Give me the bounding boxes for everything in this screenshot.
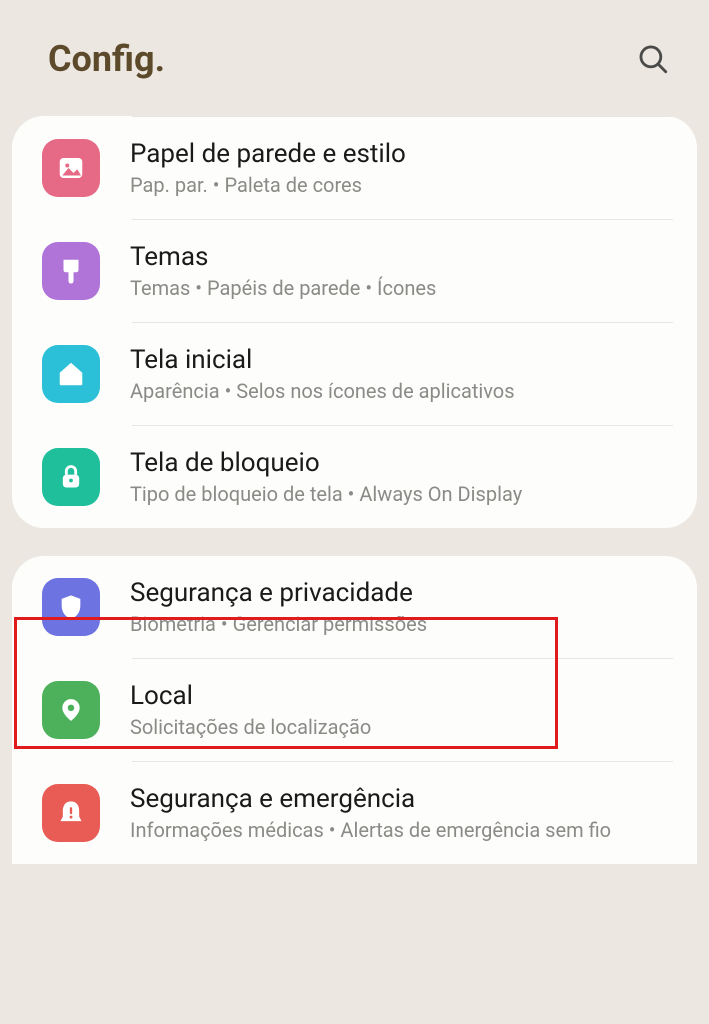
pin-icon bbox=[42, 681, 100, 739]
image-icon bbox=[42, 139, 100, 197]
item-subtitle: Tipo de bloqueio de tela • Always On Dis… bbox=[130, 482, 522, 506]
brush-icon bbox=[42, 242, 100, 300]
item-subtitle: Solicitações de localização bbox=[130, 715, 371, 739]
item-title: Tela inicial bbox=[130, 345, 515, 375]
item-title: Segurança e emergência bbox=[130, 784, 611, 814]
header: Config. bbox=[0, 0, 709, 110]
item-title: Segurança e privacidade bbox=[130, 578, 427, 608]
search-button[interactable] bbox=[633, 39, 673, 79]
item-subtitle: Pap. par. • Paleta de cores bbox=[130, 173, 406, 197]
item-title: Papel de parede e estilo bbox=[130, 139, 406, 169]
settings-item-themes[interactable]: Temas Temas • Papéis de parede • Ícones bbox=[12, 220, 697, 322]
settings-group-2: Segurança e privacidade Biometria • Gere… bbox=[12, 556, 697, 864]
settings-item-security[interactable]: Segurança e privacidade Biometria • Gere… bbox=[12, 556, 697, 658]
shield-icon bbox=[42, 578, 100, 636]
alert-icon bbox=[42, 784, 100, 842]
settings-item-location[interactable]: Local Solicitações de localização bbox=[12, 659, 697, 761]
settings-group-1: Papel de parede e estilo Pap. par. • Pal… bbox=[12, 116, 697, 528]
settings-item-home[interactable]: Tela inicial Aparência • Selos nos ícone… bbox=[12, 323, 697, 425]
item-subtitle: Biometria • Gerenciar permissões bbox=[130, 612, 427, 636]
lock-icon bbox=[42, 448, 100, 506]
settings-item-wallpaper[interactable]: Papel de parede e estilo Pap. par. • Pal… bbox=[12, 117, 697, 219]
item-subtitle: Aparência • Selos nos ícones de aplicati… bbox=[130, 379, 515, 403]
item-title: Local bbox=[130, 681, 371, 711]
settings-item-lock[interactable]: Tela de bloqueio Tipo de bloqueio de tel… bbox=[12, 426, 697, 528]
item-title: Tela de bloqueio bbox=[130, 448, 522, 478]
item-subtitle: Temas • Papéis de parede • Ícones bbox=[130, 276, 436, 300]
item-subtitle: Informações médicas • Alertas de emergên… bbox=[130, 818, 611, 842]
home-icon bbox=[42, 345, 100, 403]
search-icon bbox=[636, 42, 670, 76]
item-title: Temas bbox=[130, 242, 436, 272]
page-title: Config. bbox=[48, 38, 165, 80]
settings-item-emergency[interactable]: Segurança e emergência Informações médic… bbox=[12, 762, 697, 864]
